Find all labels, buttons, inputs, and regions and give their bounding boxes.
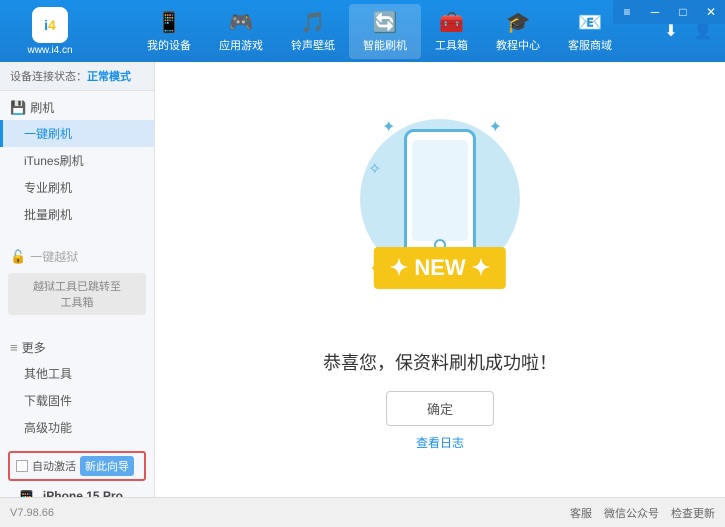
sidebar-item-download-firmware[interactable]: 下载固件 bbox=[0, 387, 154, 414]
nav-my-device-label: 我的设备 bbox=[147, 37, 191, 53]
nav-smart-flash-label: 智能刷机 bbox=[363, 37, 407, 53]
sparkle-1: ✦ bbox=[382, 117, 395, 137]
log-link[interactable]: 查看日志 bbox=[416, 434, 464, 451]
nav-tools[interactable]: 🧰 工具箱 bbox=[421, 4, 482, 59]
phone-body bbox=[404, 129, 476, 259]
more-section: ≡ 更多 其他工具 下载固件 高级功能 bbox=[0, 331, 154, 445]
main: 设备连接状态：正常模式 💾 刷机 一键刷机 iTunes刷机 专业刷机 批量刷机 bbox=[0, 62, 725, 497]
sidebar-item-other-tools[interactable]: 其他工具 bbox=[0, 360, 154, 387]
sidebar-item-itunes-flash[interactable]: iTunes刷机 bbox=[0, 147, 154, 174]
status-mode: 正常模式 bbox=[87, 71, 131, 83]
sidebar-item-one-key-flash-label: 一键刷机 bbox=[24, 127, 72, 141]
auto-activate-row: 自动激活 新此向导 bbox=[8, 451, 146, 481]
footer-link-update[interactable]: 检查更新 bbox=[671, 505, 715, 521]
flash-section-header[interactable]: 💾 刷机 bbox=[0, 95, 154, 120]
sidebar-item-pro-flash[interactable]: 专业刷机 bbox=[0, 174, 154, 201]
nav-ringtone-label: 铃声壁纸 bbox=[291, 37, 335, 53]
nav-my-device[interactable]: 📱 我的设备 bbox=[133, 4, 205, 59]
nav-smart-flash-icon: 🔄 bbox=[373, 10, 398, 35]
minimize-btn[interactable]: ─ bbox=[641, 0, 669, 24]
status-label: 设备连接状态： bbox=[10, 71, 87, 83]
jailbreak-disabled-text: 越狱工具已跳转至工具箱 bbox=[33, 281, 121, 309]
jailbreak-icon: 🔓 bbox=[10, 249, 26, 265]
nav-items: 📱 我的设备 🎮 应用游戏 🎵 铃声壁纸 🔄 智能刷机 🧰 工具箱 🎓 教程中心… bbox=[100, 4, 659, 59]
footer: V7.98.66 客服 微信公众号 检查更新 bbox=[0, 497, 725, 527]
sidebar-item-batch-flash-label: 批量刷机 bbox=[24, 208, 72, 222]
nav-tutorials-label: 教程中心 bbox=[496, 37, 540, 53]
device-info: 📱 iPhone 15 Pro Max 512GB iPhone bbox=[8, 485, 146, 497]
content-area: ✦ ✦ ✧ ✦ NEW ✦ 恭喜您，保资料刷机成功啦！ 确定 查看日志 bbox=[155, 62, 725, 497]
nav-app-game-label: 应用游戏 bbox=[219, 37, 263, 53]
close-btn[interactable]: ✕ bbox=[697, 0, 725, 24]
logo-text: www.i4.cn bbox=[27, 45, 72, 56]
quick-guide-btn[interactable]: 新此向导 bbox=[80, 456, 134, 476]
nav-smart-flash[interactable]: 🔄 智能刷机 bbox=[349, 4, 421, 59]
sidebar-item-one-key-flash[interactable]: 一键刷机 bbox=[0, 120, 154, 147]
footer-version: V7.98.66 bbox=[10, 507, 54, 519]
device-name: iPhone 15 Pro Max bbox=[43, 489, 140, 497]
device-phone-icon: 📱 bbox=[14, 489, 39, 497]
sidebar-item-itunes-flash-label: iTunes刷机 bbox=[24, 154, 84, 168]
jailbreak-disabled-box: 越狱工具已跳转至工具箱 bbox=[8, 273, 146, 315]
sidebar-item-other-tools-label: 其他工具 bbox=[24, 367, 72, 381]
footer-link-wechat[interactable]: 微信公众号 bbox=[604, 505, 659, 521]
footer-links: 客服 微信公众号 检查更新 bbox=[570, 505, 715, 521]
flash-section: 💾 刷机 一键刷机 iTunes刷机 专业刷机 批量刷机 bbox=[0, 91, 154, 232]
phone-screen bbox=[412, 140, 468, 241]
auto-activate-label: 自动激活 bbox=[32, 458, 76, 474]
success-text: 恭喜您，保资料刷机成功啦！ bbox=[323, 349, 557, 375]
nav-app-game-icon: 🎮 bbox=[229, 10, 254, 35]
sidebar-bottom: 自动激活 新此向导 📱 iPhone 15 Pro Max 512GB iPho… bbox=[0, 445, 154, 497]
flash-section-label: 刷机 bbox=[30, 99, 54, 116]
auto-activate-checkbox[interactable] bbox=[16, 460, 28, 472]
more-section-icon: ≡ bbox=[10, 340, 18, 355]
sidebar-item-batch-flash[interactable]: 批量刷机 bbox=[0, 201, 154, 228]
sidebar-item-advanced[interactable]: 高级功能 bbox=[0, 414, 154, 441]
jailbreak-section: 🔓 一键越狱 越狱工具已跳转至工具箱 bbox=[0, 240, 154, 323]
settings-btn[interactable]: ≡ bbox=[613, 0, 641, 24]
nav-tools-label: 工具箱 bbox=[435, 37, 468, 53]
footer-link-service[interactable]: 客服 bbox=[570, 505, 592, 521]
confirm-button[interactable]: 确定 bbox=[386, 391, 494, 426]
nav-tutorials[interactable]: 🎓 教程中心 bbox=[482, 4, 554, 59]
new-banner: ✦ NEW ✦ bbox=[374, 247, 506, 289]
maximize-btn[interactable]: □ bbox=[669, 0, 697, 24]
logo-icon: i4 bbox=[32, 7, 68, 43]
sparkle-2: ✦ bbox=[489, 117, 502, 137]
jailbreak-section-header: 🔓 一键越狱 bbox=[0, 244, 154, 269]
more-section-header[interactable]: ≡ 更多 bbox=[0, 335, 154, 360]
nav-ringtone[interactable]: 🎵 铃声壁纸 bbox=[277, 4, 349, 59]
sidebar-item-pro-flash-label: 专业刷机 bbox=[24, 181, 72, 195]
sparkle-3: ✧ bbox=[368, 159, 381, 179]
nav-service-label: 客服商域 bbox=[568, 37, 612, 53]
nav-my-device-icon: 📱 bbox=[157, 10, 182, 35]
nav-tutorials-icon: 🎓 bbox=[506, 10, 531, 35]
logo-area: i4 www.i4.cn bbox=[10, 7, 90, 56]
nav-ringtone-icon: 🎵 bbox=[301, 10, 326, 35]
nav-app-game[interactable]: 🎮 应用游戏 bbox=[205, 4, 277, 59]
success-image: ✦ ✦ ✧ ✦ NEW ✦ bbox=[340, 109, 540, 329]
flash-section-icon: 💾 bbox=[10, 100, 26, 116]
window-controls: ≡ ─ □ ✕ bbox=[613, 0, 725, 24]
sidebar-item-advanced-label: 高级功能 bbox=[24, 421, 72, 435]
sidebar-item-download-firmware-label: 下载固件 bbox=[24, 394, 72, 408]
nav-tools-icon: 🧰 bbox=[439, 10, 464, 35]
nav-service-icon: 📧 bbox=[578, 10, 603, 35]
jailbreak-label: 一键越狱 bbox=[30, 248, 78, 265]
device-details: iPhone 15 Pro Max 512GB iPhone bbox=[43, 489, 140, 497]
status-bar: 设备连接状态：正常模式 bbox=[0, 62, 154, 91]
more-section-label: 更多 bbox=[22, 339, 46, 356]
sidebar: 设备连接状态：正常模式 💾 刷机 一键刷机 iTunes刷机 专业刷机 批量刷机 bbox=[0, 62, 155, 497]
